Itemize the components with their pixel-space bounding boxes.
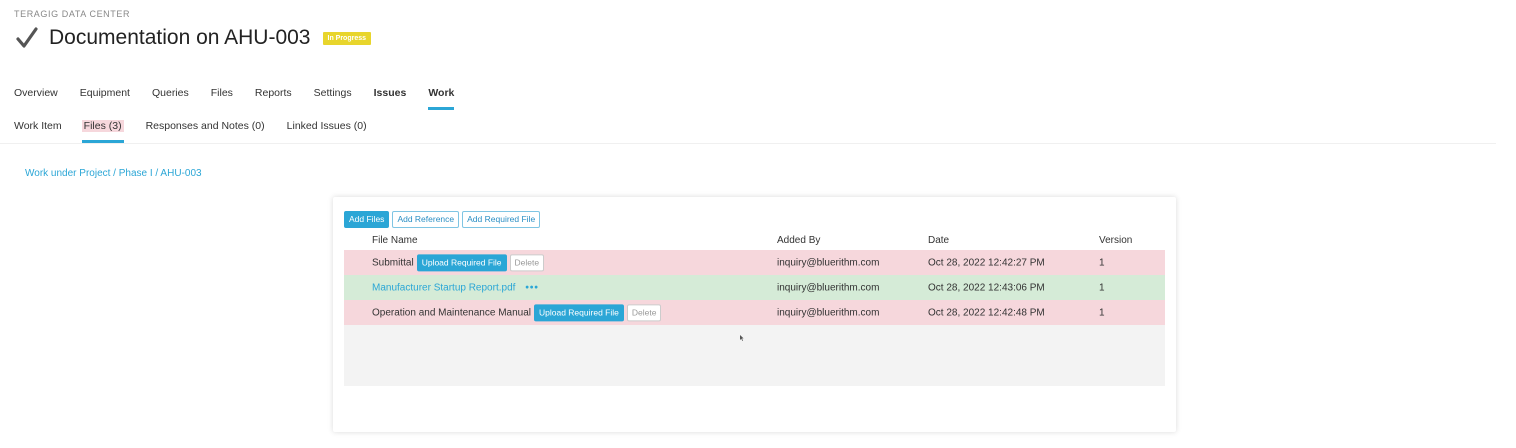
added-by: inquiry@bluerithm.com — [777, 307, 880, 318]
date: Oct 28, 2022 12:42:27 PM — [928, 257, 1045, 268]
tab-reports[interactable]: Reports — [255, 87, 292, 99]
version: 1 — [1099, 257, 1105, 268]
add-required-file-button[interactable]: Add Required File — [462, 211, 541, 229]
table-empty-area — [344, 325, 1165, 386]
file-link[interactable]: Manufacturer Startup Report.pdf — [372, 282, 515, 293]
mouse-cursor-icon — [740, 335, 744, 341]
column-header-version: Version — [1099, 235, 1133, 246]
more-dots-icon[interactable]: ••• — [525, 282, 539, 293]
delete-button[interactable]: Delete — [626, 303, 662, 322]
files-toolbar: Add Files Add Reference Add Required Fil… — [344, 211, 543, 229]
tab-settings[interactable]: Settings — [314, 87, 352, 99]
column-header-file-name: File Name — [372, 235, 418, 246]
breadcrumb[interactable]: Work under Project / Phase I / AHU-003 — [25, 168, 202, 179]
tab-equipment[interactable]: Equipment — [80, 87, 130, 99]
tab-files[interactable]: Files — [211, 87, 233, 99]
tab-queries[interactable]: Queries — [152, 87, 189, 99]
tab-work[interactable]: Work — [428, 87, 455, 110]
file-name: Operation and Maintenance Manual — [372, 307, 531, 318]
file-name-cell: Operation and Maintenance Manual Upload … — [372, 303, 662, 322]
page-title: Documentation on AHU-003 — [49, 26, 311, 49]
delete-button[interactable]: Delete — [509, 253, 545, 272]
page-header: Documentation on AHU-003 In Progress — [16, 26, 372, 50]
checkmark-icon — [16, 27, 38, 48]
files-table: File Name Added By Date Version Submitta… — [344, 231, 1165, 386]
date: Oct 28, 2022 12:43:06 PM — [928, 282, 1045, 293]
added-by: inquiry@bluerithm.com — [777, 282, 880, 293]
tabs-divider — [0, 143, 1496, 144]
tab-overview[interactable]: Overview — [14, 87, 58, 99]
org-name: TERAGIG DATA CENTER — [14, 9, 131, 19]
upload-required-file-button[interactable]: Upload Required File — [416, 253, 507, 272]
subtab-responses-notes[interactable]: Responses and Notes (0) — [146, 120, 265, 132]
table-row: Submittal Upload Required File Delete in… — [344, 250, 1165, 275]
table-header: File Name Added By Date Version — [344, 231, 1165, 250]
file-name: Submittal — [372, 257, 414, 268]
status-badge: In Progress — [322, 31, 372, 45]
subtab-linked-issues[interactable]: Linked Issues (0) — [287, 120, 367, 132]
file-name-cell: Manufacturer Startup Report.pdf ••• — [372, 282, 539, 293]
tab-issues[interactable]: Issues — [374, 87, 407, 99]
column-header-added-by: Added By — [777, 235, 821, 246]
table-row: Manufacturer Startup Report.pdf ••• inqu… — [344, 275, 1165, 300]
added-by: inquiry@bluerithm.com — [777, 257, 880, 268]
add-reference-button[interactable]: Add Reference — [392, 211, 460, 229]
sub-tabs: Work Item Files (3) Responses and Notes … — [14, 120, 389, 143]
main-tabs: Overview Equipment Queries Files Reports… — [14, 87, 476, 110]
version: 1 — [1099, 307, 1105, 318]
date: Oct 28, 2022 12:42:48 PM — [928, 307, 1045, 318]
version: 1 — [1099, 282, 1105, 293]
add-files-button[interactable]: Add Files — [344, 211, 390, 229]
column-header-date: Date — [928, 235, 950, 246]
subtab-work-item[interactable]: Work Item — [14, 120, 62, 132]
subtab-files[interactable]: Files (3) — [81, 120, 124, 143]
table-row: Operation and Maintenance Manual Upload … — [344, 300, 1165, 325]
file-name-cell: Submittal Upload Required File Delete — [372, 253, 545, 272]
upload-required-file-button[interactable]: Upload Required File — [534, 303, 624, 322]
files-panel: Add Files Add Reference Add Required Fil… — [333, 197, 1176, 432]
